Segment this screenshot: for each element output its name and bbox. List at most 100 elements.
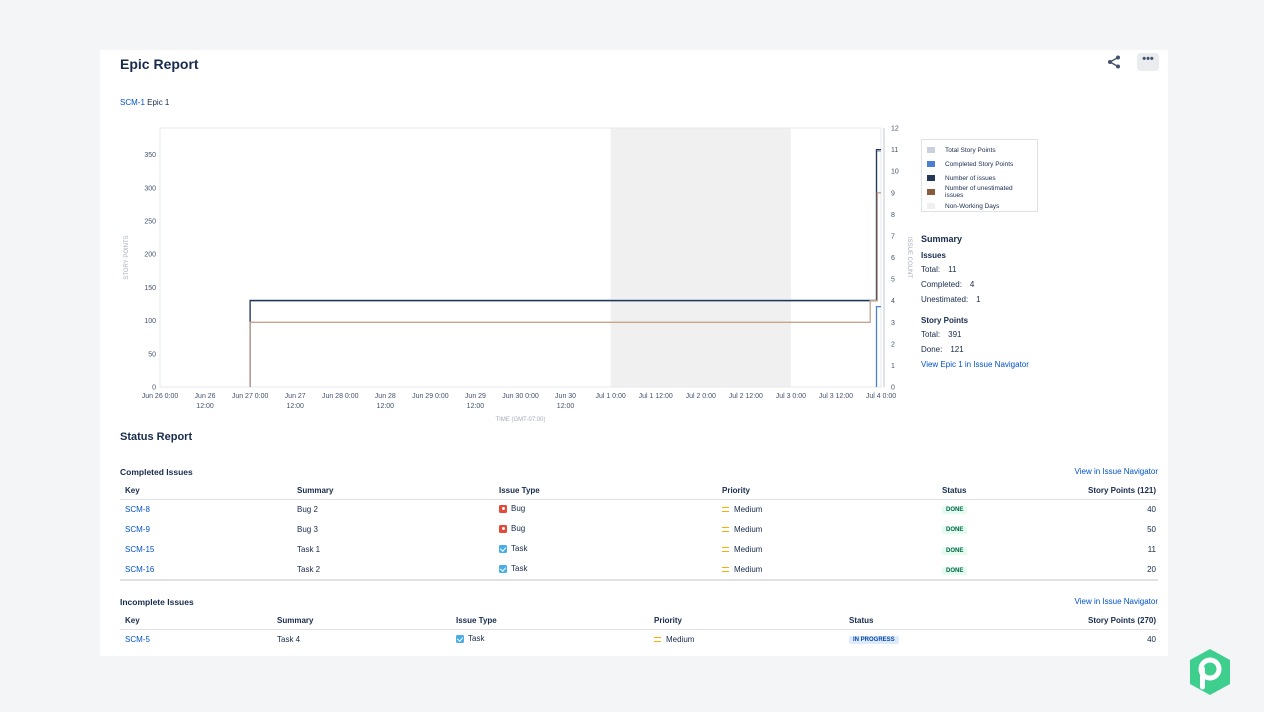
issue-type-cell: Bug xyxy=(494,499,717,519)
x-tick-label: Jul 3 12:00 xyxy=(819,393,853,400)
issue-key-link[interactable]: SCM-8 xyxy=(125,505,150,514)
legend-label: Completed Story Points xyxy=(945,160,1014,168)
column-header: Story Points (121) xyxy=(1037,483,1158,500)
x-tick-label: Jun 26 0:00 xyxy=(142,393,179,400)
status-report-title: Status Report xyxy=(120,431,193,443)
priority: Medium xyxy=(722,565,762,574)
incomplete-view-navigator-link[interactable]: View in Issue Navigator xyxy=(1075,597,1158,606)
non-working-days-band xyxy=(610,128,791,387)
more-actions-button[interactable]: ••• xyxy=(1137,53,1159,71)
y2-tick-label: 1 xyxy=(891,363,895,370)
y-tick-label: 350 xyxy=(144,152,156,159)
x-tick-label: Jun 28 xyxy=(375,393,396,400)
x-tick-label: Jul 4 0:00 xyxy=(866,393,896,400)
y2-tick-label: 8 xyxy=(891,212,895,219)
status-cell: DONE xyxy=(937,519,1037,539)
legend-item: Total Story Points xyxy=(927,143,1032,157)
column-header: Summary xyxy=(272,613,451,630)
status-badge: DONE xyxy=(942,526,968,535)
legend-item: Non-Working Days xyxy=(927,199,1032,213)
issue-type: Task xyxy=(456,634,484,643)
legend-swatch xyxy=(927,203,935,209)
issue-summary: Bug 2 xyxy=(297,504,318,514)
y2-tick-label: 5 xyxy=(891,277,895,284)
epic-burnup-chart: 0501001502002503003500123456789101112Jun… xyxy=(124,126,912,424)
issue-key-link[interactable]: SCM-15 xyxy=(125,545,154,554)
priority: Medium xyxy=(654,635,694,644)
column-header: Key xyxy=(120,483,292,500)
priority: Medium xyxy=(722,525,762,534)
legend-swatch xyxy=(927,161,935,167)
summary-sp-heading: Story Points xyxy=(921,316,969,325)
column-header: Summary xyxy=(292,483,494,500)
legend-item: Completed Story Points xyxy=(927,157,1032,171)
view-epic-in-navigator-link[interactable]: View Epic 1 in Issue Navigator xyxy=(921,360,1081,369)
issue-type-label: Task xyxy=(468,634,485,644)
completed-view-navigator-link[interactable]: View in Issue Navigator xyxy=(1075,467,1158,476)
issue-key-link[interactable]: SCM-16 xyxy=(125,565,154,574)
story-points: 11 xyxy=(1147,545,1156,555)
x-tick-label: Jun 28 0:00 xyxy=(322,393,359,400)
issue-key-link[interactable]: SCM-5 xyxy=(125,635,150,644)
priority-cell: Medium xyxy=(717,499,937,519)
status-badge: IN PROGRESS xyxy=(849,636,899,645)
y-tick-label: 100 xyxy=(144,318,156,325)
chart-legend: Total Story Points Completed Story Points… xyxy=(921,139,1038,212)
task-icon xyxy=(499,544,507,553)
issue-key-cell: SCM-8 xyxy=(120,499,292,519)
x-tick-label: Jun 30 xyxy=(555,393,576,400)
issue-type-label: Bug xyxy=(511,524,526,534)
summary-issues-total: Total: 11 xyxy=(921,265,957,274)
x-tick-label: 12:00 xyxy=(196,403,214,410)
priority-medium-icon xyxy=(722,567,729,573)
status-badge: DONE xyxy=(942,506,968,515)
issue-type-label: Task xyxy=(511,564,528,574)
status-cell: IN PROGRESS xyxy=(844,629,964,649)
y2-tick-label: 9 xyxy=(891,190,895,197)
y2-tick-label: 0 xyxy=(891,385,895,392)
priority-label: Medium xyxy=(734,524,763,534)
summary-sp-done: Done: 121 xyxy=(921,345,964,354)
summary-title: Summary xyxy=(921,234,963,244)
x-tick-label: Jun 27 xyxy=(285,393,306,400)
column-header: Status xyxy=(937,483,1037,500)
summary-sp-total: Total: 391 xyxy=(921,330,962,339)
share-icon[interactable] xyxy=(1106,54,1122,70)
x-axis-title: TIME (GMT-07:00) xyxy=(495,417,545,423)
bug-icon xyxy=(499,504,507,513)
y2-tick-label: 10 xyxy=(891,169,899,176)
status-cell: DONE xyxy=(937,540,1037,560)
y-tick-label: 250 xyxy=(144,218,156,225)
issue-type-cell: Task xyxy=(494,540,717,560)
completed-issues-table: Key Summary Issue Type Priority Status Story … xyxy=(120,483,1158,582)
y-tick-label: 200 xyxy=(144,252,156,259)
x-tick-label: Jun 27 0:00 xyxy=(232,393,269,400)
issue-summary: Bug 3 xyxy=(297,524,318,534)
x-tick-label: Jul 1 12:00 xyxy=(639,393,673,400)
epic-report-card: Epic Report ••• SCM-1 Epic 1 0 50 100 150 20… xyxy=(100,50,1168,656)
series-line-completed-story-points xyxy=(875,305,881,387)
y2-tick-label: 2 xyxy=(891,341,895,348)
status-cell: DONE xyxy=(937,559,1037,582)
priority-medium-icon xyxy=(722,526,729,532)
issue-key-cell: SCM-15 xyxy=(120,540,292,560)
issue-type: Task xyxy=(499,544,527,553)
story-points: 20 xyxy=(1037,559,1158,582)
table-row: SCM-16 Task 2 Task Medium DONE 20 xyxy=(120,559,1158,582)
priority-cell: Medium xyxy=(649,629,844,649)
priority-cell: Medium xyxy=(717,540,937,560)
issue-summary: Task 4 xyxy=(277,634,301,644)
legend-swatch xyxy=(927,189,935,195)
priority-cell: Medium xyxy=(717,559,937,582)
x-tick-label: 12:00 xyxy=(377,403,395,410)
y2-tick-label: 11 xyxy=(891,147,898,154)
y2-axis-title: ISSUE COUNT xyxy=(906,237,912,278)
column-header: Story Points (270) xyxy=(964,613,1158,630)
x-tick-label: 12:00 xyxy=(467,403,485,410)
y2-tick-label: 6 xyxy=(891,255,895,262)
summary-issues-heading: Issues xyxy=(921,251,946,260)
summary-issues-unestimated: Unestimated: 1 xyxy=(921,295,981,304)
legend-item: Number of unestimated issues xyxy=(927,185,1032,199)
issue-key-link[interactable]: SCM-9 xyxy=(125,525,150,534)
legend-label: Non-Working Days xyxy=(945,202,1000,210)
